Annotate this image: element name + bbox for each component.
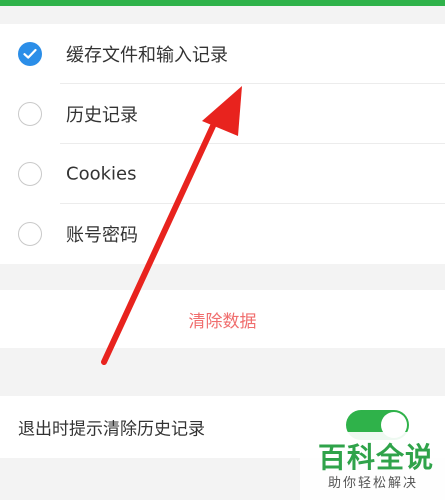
option-cookies[interactable]: Cookies	[0, 144, 445, 204]
watermark-subtitle: 助你轻松解决	[328, 476, 419, 491]
checkbox-unchecked-icon[interactable]	[18, 162, 42, 186]
watermark-logo: 百科全说 助你轻松解决	[300, 432, 445, 500]
checkbox-checked-icon[interactable]	[18, 42, 42, 66]
section-gap	[0, 6, 445, 24]
checkbox-unchecked-icon[interactable]	[18, 102, 42, 126]
clear-data-button[interactable]: 清除数据	[189, 307, 257, 332]
checkbox-unchecked-icon[interactable]	[18, 222, 42, 246]
option-passwords[interactable]: 账号密码	[0, 204, 445, 264]
option-history[interactable]: 历史记录	[0, 84, 445, 144]
option-label: 账号密码	[66, 225, 138, 246]
clear-options-list: 缓存文件和输入记录 历史记录 Cookies 账号密码	[0, 24, 445, 264]
exit-prompt-label: 退出时提示清除历史记录	[18, 419, 205, 440]
option-cache-files[interactable]: 缓存文件和输入记录	[0, 24, 445, 84]
option-label: 历史记录	[66, 105, 138, 126]
watermark-title: 百科全说	[318, 441, 435, 474]
option-label: Cookies	[66, 163, 137, 185]
option-label: 缓存文件和输入记录	[66, 45, 228, 66]
clear-data-card: 清除数据	[0, 290, 445, 348]
